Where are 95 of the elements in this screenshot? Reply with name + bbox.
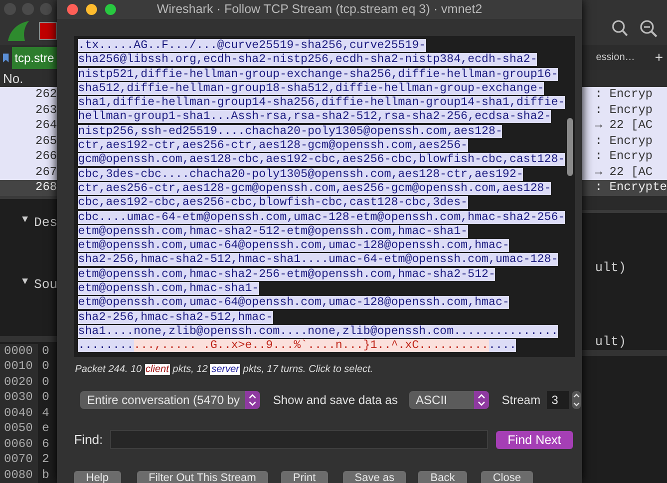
zoom-icon[interactable]	[105, 4, 116, 15]
packet-row-number[interactable]: 262	[0, 87, 57, 102]
stream-text: sha1,diffie-hellman-group14-sha256,diffie-hellman-group14-sha1,diffie-	[78, 96, 566, 110]
packet-row-number[interactable]: 267	[0, 164, 57, 180]
packet-row-info[interactable]: → 22 [AC	[582, 164, 667, 180]
find-next-button[interactable]: Find Next	[496, 430, 573, 449]
status-text: Packet 244. 10 client pkts, 12 server pkts, 17 turns. Click to select.	[75, 363, 374, 377]
packet-row-info[interactable]: : Encryp	[582, 87, 667, 102]
expand-arrow[interactable]: ▼	[22, 212, 28, 232]
stepper-icon	[476, 393, 486, 407]
stream-text: etm@openssh.com,umac-64@openssh.com,umac-128@openssh.com,hmac-	[78, 239, 510, 252]
format-dropdown[interactable]: ASCII	[408, 391, 489, 409]
stream-text: sha2-256,hmac-sha2-512,hmac-sha1....umac-64-etm@openssh.com,umac-128-	[78, 253, 558, 266]
add-button[interactable]: +	[654, 47, 663, 68]
scrollbar-thumb[interactable]	[567, 118, 573, 176]
tree-item-label[interactable]: ult)	[595, 332, 626, 351]
stream-text: nistp521,diffie-hellman-group-exchange-sha256,diffie-hellman-group16-	[78, 68, 558, 81]
minimize-icon[interactable]	[86, 4, 97, 15]
stream-text: etm@openssh.com,hmac-sha2-256-etm@openssh.com,hmac-sha2-512-	[78, 268, 496, 281]
hex-bytes: 2	[42, 452, 50, 468]
dialog-button[interactable]: Close	[480, 470, 533, 483]
tree-item-label[interactable]: Des	[34, 212, 57, 232]
expand-arrow[interactable]: ▼	[22, 274, 28, 294]
packet-row-info[interactable]: : Encryp	[582, 102, 667, 118]
hex-bytes: e	[42, 421, 50, 436]
hex-bytes: 0	[42, 374, 50, 390]
hex-bytes: 6	[42, 436, 50, 452]
find-label: Find:	[74, 431, 103, 449]
packet-row-number[interactable]: 263	[0, 102, 57, 118]
stream-text: ........	[78, 339, 134, 352]
hex-offset: 0080	[0, 468, 38, 483]
stream-text: gcm@openssh.com,aes128-cbc,aes192-cbc,aes256-cbc,blowfish-cbc,cast128-	[78, 153, 566, 166]
column-header[interactable]: No.	[0, 70, 57, 87]
packet-row-info[interactable]: : Encrypte	[582, 180, 667, 196]
hex-bytes: 0	[42, 359, 50, 374]
stream-text: sha256@libssh.org,ecdh-sha2-nistp256,ecdh-sha2-nistp384,ecdh-sha2-	[78, 53, 538, 66]
dialog-button[interactable]: Print	[281, 470, 328, 483]
find-field[interactable]	[110, 430, 488, 450]
packet-row-info[interactable]: → 22 [AC	[582, 118, 667, 134]
hex-offset: 0060	[0, 436, 38, 452]
dialog-button[interactable]: Save as	[342, 470, 406, 483]
bookmark-icon[interactable]	[3, 50, 9, 64]
stream-text: cbc,3des-cbc....chacha20-poly1305@openssh.com,aes128-ctr,aes192-	[78, 168, 524, 181]
stream-text: cbc,aes192-cbc,aes256-cbc,blowfish-cbc,cast128-cbc,3des-	[78, 196, 468, 210]
stream-text: etm@openssh.com,umac-64@openssh.com,umac-128@openssh.com,hmac-	[78, 296, 510, 310]
format-label: Show and save data as	[273, 392, 398, 409]
hex-offset: 0030	[0, 390, 38, 406]
stream-text: ctr,aes192-ctr,aes256-ctr,aes128-gcm@openssh.com,aes256-	[78, 139, 468, 152]
packet-row-number[interactable]: 266	[0, 149, 57, 164]
packet-row-number[interactable]: 264	[0, 118, 57, 134]
dialog-button[interactable]: Filter Out This Stream	[136, 470, 268, 483]
conversation-dropdown[interactable]: Entire conversation (5470 by	[80, 391, 260, 409]
packet-row-info[interactable]: : Encryp	[582, 134, 667, 149]
stream-label: Stream	[502, 392, 540, 409]
tree-item-label[interactable]: ult)	[595, 258, 626, 277]
stream-text: ...,..... .G..x>e..9...%`....n...}1..^.xC..........	[134, 339, 488, 352]
tree-item-label[interactable]: Sou	[34, 274, 57, 294]
stream-text: sha1....none,zlib@openssh.com....none,zlib@openssh.com...............	[78, 324, 558, 338]
stream-number-field[interactable]: 3	[547, 391, 570, 409]
hex-offset: 0010	[0, 359, 38, 374]
packet-row-number[interactable]: 265	[0, 134, 57, 149]
hex-bytes: 4	[42, 406, 50, 421]
stepper-icon	[248, 393, 257, 407]
filter-field[interactable]: tcp.stre	[12, 46, 57, 68]
dialog-button[interactable]: Help	[74, 470, 121, 483]
hex-offset: 0040	[0, 406, 38, 421]
stream-text: etm@openssh.com,hmac-sha1-	[78, 282, 259, 296]
shark-fin-icon[interactable]	[6, 20, 30, 42]
packet-row-number[interactable]: 268	[0, 180, 57, 196]
stream-text: etm@openssh.com,hmac-sha2-512-etm@openssh.com,hmac-sha1-	[78, 224, 468, 238]
zoom-in-icon[interactable]	[612, 20, 628, 37]
stream-text: cbc....umac-64-etm@openssh.com,umac-128-etm@openssh.com,hmac-sha2-256-	[78, 210, 566, 224]
stream-text: .tx.....AG..F.../...@curve25519-sha256,curve25519-	[78, 39, 426, 52]
hex-offset: 0070	[0, 452, 38, 468]
stream-text: sha512,diffie-hellman-group18-sha512,diffie-hellman-group-exchange-	[78, 82, 544, 95]
toolbar-button[interactable]: ession…	[596, 50, 635, 65]
stream-text: sha2-256,hmac-sha2-512,hmac-	[78, 310, 273, 324]
stream-text: nistp256,ssh-ed25519....chacha20-poly1305@openssh.com,aes128-	[78, 124, 502, 138]
hex-offset: 0020	[0, 374, 38, 390]
hex-offset: 0050	[0, 421, 38, 436]
hex-bytes: 0	[42, 390, 50, 406]
packet-row-info[interactable]: : Encryp	[582, 149, 667, 164]
stop-icon[interactable]	[39, 22, 57, 40]
hex-bytes: 0	[42, 344, 50, 359]
stream-text: hellman-group1-sha1...Assh-rsa,rsa-sha2-512,rsa-sha2-256,ecdsa-sha2-	[78, 110, 552, 124]
hex-offset: 0000	[0, 344, 38, 359]
close-icon[interactable]	[67, 4, 78, 15]
hex-bytes: b	[42, 468, 50, 483]
text-area[interactable]	[74, 36, 575, 357]
stream-text: ....	[488, 339, 516, 352]
zoom-out-icon[interactable]	[640, 20, 658, 38]
spin-stepper-icon[interactable]	[572, 391, 582, 409]
dialog-button[interactable]: Back	[418, 470, 467, 483]
window-title: Wireshark · Follow TCP Stream (tcp.stream eq 3) · vmnet2	[156, 1, 482, 18]
stream-text: ctr,aes256-ctr,aes128-gcm@openssh.com,aes256-gcm@openssh.com,aes128-	[78, 182, 552, 195]
